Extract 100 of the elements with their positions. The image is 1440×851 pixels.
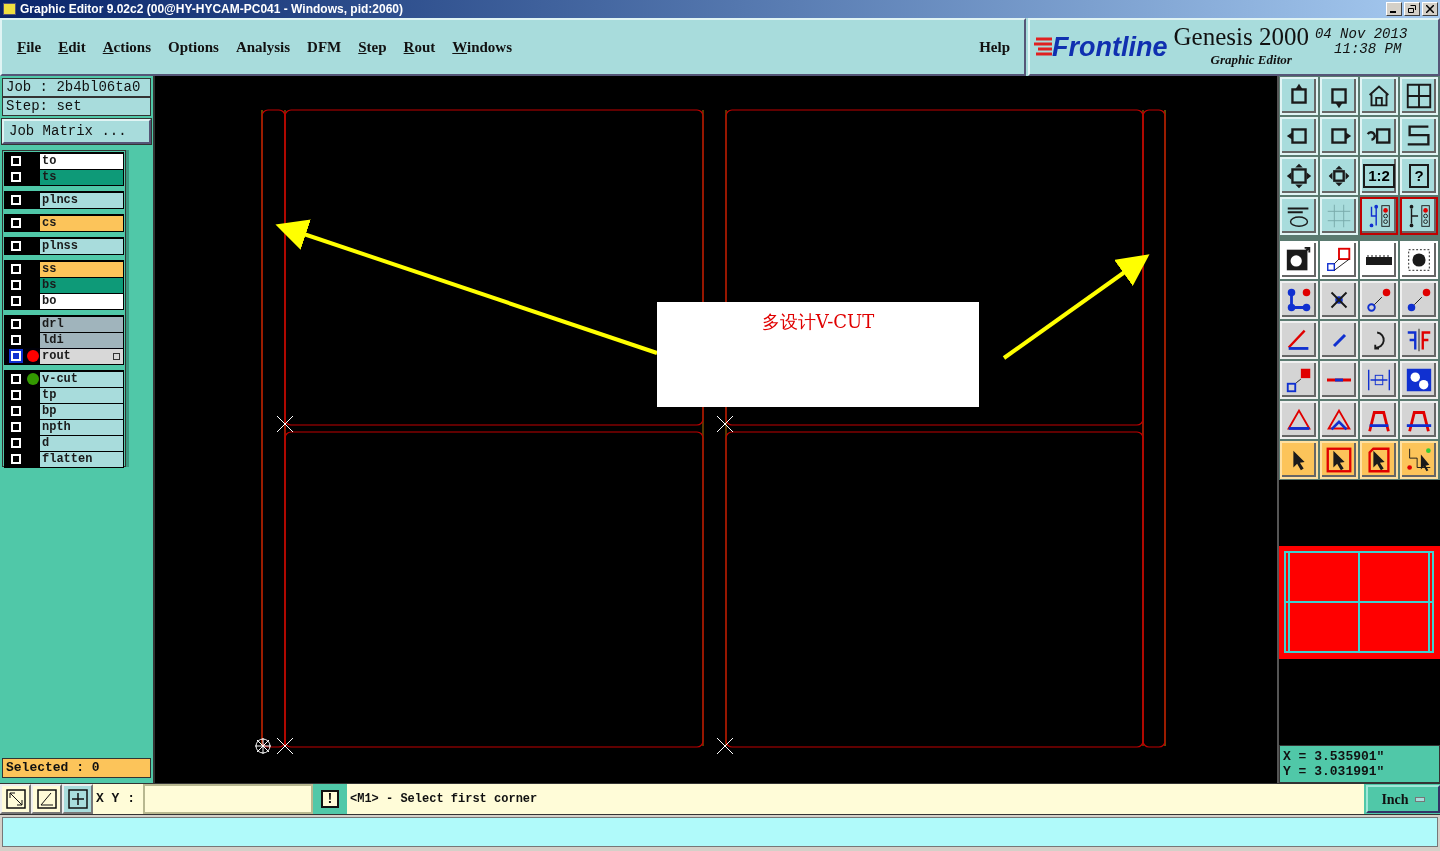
menu-item[interactable]: Actions [102,35,152,59]
menu-item[interactable]: File [17,35,42,59]
close-icon [1426,5,1434,13]
tool-button[interactable] [1360,197,1398,235]
menu-item[interactable]: Edit [58,35,86,59]
units-dropdown[interactable]: Inch [1366,785,1440,813]
layer-name[interactable]: ss [40,261,123,277]
layer-checkbox[interactable] [11,280,21,290]
layer-checkbox[interactable] [11,156,21,166]
slash-line-icon [1331,332,1347,348]
layer-row[interactable]: flatten [5,451,123,467]
layer-checkbox[interactable] [11,454,21,464]
layer-name[interactable]: cs [40,215,123,231]
job-matrix-button[interactable]: Job Matrix ... [2,119,151,144]
layer-row[interactable]: tp [5,387,123,403]
layer-checkbox[interactable] [11,374,21,384]
cross-mark-icon [716,415,734,433]
close-button[interactable] [1422,2,1438,16]
menu-item[interactable]: Step [358,35,387,59]
layer-row[interactable]: npth [5,419,123,435]
layer-checkbox[interactable] [11,172,21,182]
product-name: Genesis 2000 [1173,24,1309,51]
restore-icon [1408,5,1416,13]
layer-name[interactable]: v-cut [40,371,123,387]
ruler-icon [1365,254,1393,266]
window-grid-icon [1404,81,1434,111]
layer-checkbox[interactable] [11,438,21,448]
expand-box-icon [1284,161,1314,191]
layer-name[interactable]: ts [40,169,123,185]
help-button[interactable]: ? [1400,157,1438,195]
angle-icon [36,789,57,809]
layer-checkbox[interactable] [11,296,21,306]
layer-row[interactable]: bp [5,403,123,419]
menu-item[interactable]: Options [168,35,219,59]
selected-count: Selected : 0 [2,758,151,778]
cross-mark-icon [276,737,294,755]
y-coordinate: Y = 3.031991" [1283,764,1386,779]
time-text: 11:38 PM [1334,42,1402,57]
job-field: Job : 2b4bl06ta0 [2,78,151,97]
layer-row[interactable]: ss [5,261,123,277]
xy-input-field[interactable] [143,784,313,814]
layer-checkbox[interactable] [11,264,21,274]
layer-checkbox[interactable] [11,422,21,432]
menu-item[interactable]: DFM [307,35,342,59]
menu-item[interactable]: Help [979,35,1010,59]
prompt-message: <M1> - Select first corner [347,784,1364,814]
layer-name[interactable]: plnss [40,238,123,254]
target-icon [254,737,272,755]
layer-checkbox[interactable] [11,195,21,205]
minimize-button[interactable] [1386,2,1402,16]
layer-name[interactable]: drl [40,316,123,332]
app-icon [3,3,16,15]
layer-row[interactable]: to [5,153,123,169]
layer-row[interactable]: bo [5,293,123,309]
layer-row[interactable]: drl [5,316,123,332]
cross-mark-icon [276,415,294,433]
layer-name[interactable]: bs [40,277,123,293]
layer-name[interactable]: bp [40,403,123,419]
layer-row[interactable]: d [5,435,123,451]
layer-checkbox[interactable] [11,351,21,361]
layer-row[interactable]: v-cut [5,371,123,387]
layer-row[interactable]: plncs [5,192,123,208]
layer-row[interactable]: bs [5,277,123,293]
layer-name[interactable]: npth [40,419,123,435]
layer-name[interactable]: plncs [40,192,123,208]
layer-row[interactable]: ldi [5,332,123,348]
layer-checkbox[interactable] [11,319,21,329]
line-icon [1325,377,1353,383]
scale-button[interactable]: 1:2 [1360,157,1398,195]
layer-checkbox[interactable] [11,241,21,251]
logo-text: Frontline [1052,33,1168,61]
dropdown-icon [1414,796,1425,802]
layer-row[interactable]: ts [5,169,123,185]
layer-row[interactable]: rout [5,348,123,364]
layer-row[interactable]: plnss [5,238,123,254]
x-coordinate: X = 3.535901" [1283,749,1386,764]
annotation-text: 多设计V-CUT [761,310,875,334]
layer-name[interactable]: d [40,435,123,451]
layer-checkbox[interactable] [11,390,21,400]
menu-item[interactable]: Analysis [235,35,291,59]
layer-row[interactable]: cs [5,215,123,231]
pointer-box-icon [1324,445,1354,475]
layer-checkbox[interactable] [11,335,21,345]
xy-label: X Y : [93,784,143,814]
menu-item[interactable]: Rout [403,35,436,59]
layer-name[interactable]: rout [40,348,123,364]
logo-icon [1034,36,1054,58]
layer-name[interactable]: flatten [40,451,123,467]
expand-icon [113,352,120,360]
layer-checkbox[interactable] [11,406,21,416]
layer-checkbox[interactable] [11,218,21,228]
layer-name[interactable]: ldi [40,332,123,348]
menu-item[interactable]: Windows [452,35,513,59]
date-text: 04 Nov 2013 [1314,27,1408,42]
layer-name[interactable]: bo [40,293,123,309]
layer-name[interactable]: tp [40,387,123,403]
restore-button[interactable] [1404,2,1420,16]
cross-mark-icon [716,737,734,755]
layer-name[interactable]: to [40,153,123,169]
tool-button[interactable] [1400,197,1438,235]
